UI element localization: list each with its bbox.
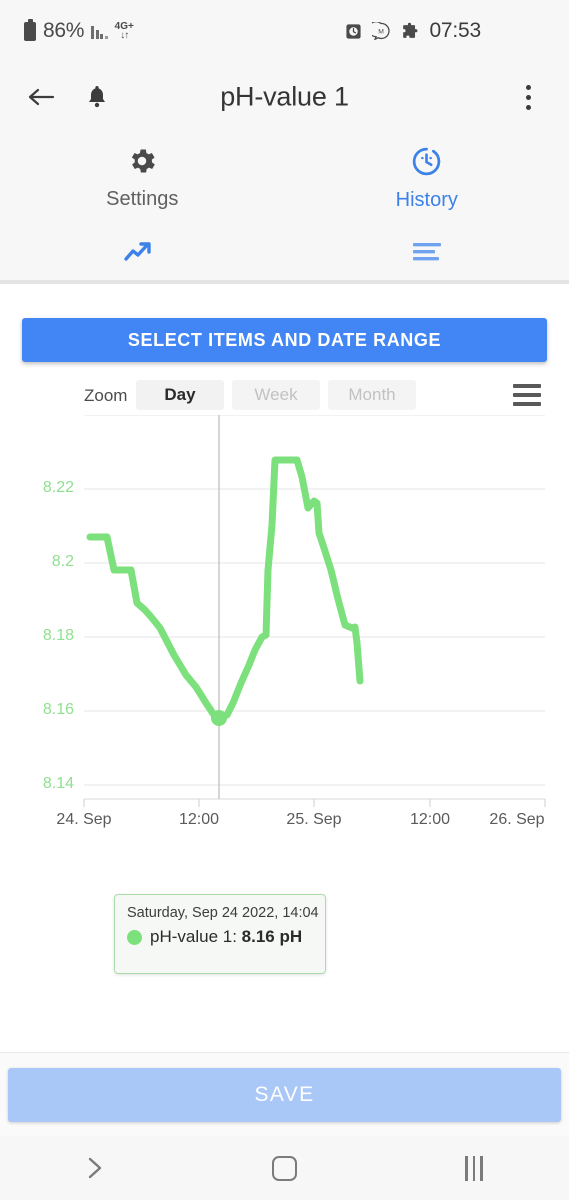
tab-history[interactable]: History — [285, 132, 569, 224]
status-bar-right: M 07:53 — [345, 19, 481, 43]
tooltip-text: pH-value 1: 8.16 pH — [150, 927, 302, 947]
chart-gridlines — [84, 488, 545, 786]
save-button[interactable]: SAVE — [8, 1068, 561, 1122]
app-bar: pH-value 1 — [0, 62, 569, 132]
chart: 8.22 8.2 8.18 8.16 8.14 24. Sep 12:00 25… — [0, 415, 569, 828]
status-bar: 86% 4G+ ↓↑ M 07:53 — [0, 0, 569, 62]
footer-bar: SAVE — [0, 1052, 569, 1136]
series-line-ph-value-1 — [86, 456, 364, 722]
tooltip-series-label: pH-value 1: — [150, 927, 242, 946]
tooltip-series-dot — [127, 929, 142, 945]
page-title: pH-value 1 — [220, 81, 349, 112]
chart-tooltip: Saturday, Sep 24 2022, 14:04 pH-value 1:… — [114, 894, 326, 974]
messaging-icon: M — [372, 22, 390, 40]
nav-recents-icon[interactable] — [379, 1155, 569, 1181]
android-navigation-bar — [0, 1136, 569, 1200]
tab-history-label: History — [395, 188, 458, 211]
signal-icon — [91, 24, 108, 39]
y-tick-label-1: 8.2 — [51, 553, 74, 570]
alarm-icon — [345, 23, 362, 40]
x-tick-label-2: 25. Sep — [286, 811, 342, 828]
trending-chart-icon — [124, 239, 160, 270]
status-bar-left: 86% 4G+ ↓↑ — [24, 18, 134, 43]
chart-x-ticks — [83, 799, 546, 807]
app-screen: 86% 4G+ ↓↑ M 07:53 pH-value 1 Settings H… — [0, 0, 569, 1200]
x-tick-label-4: 26. Sep — [489, 811, 545, 828]
tooltip-date: Saturday, Sep 24 2022, 14:04 — [127, 905, 319, 921]
nav-home-icon[interactable] — [190, 1155, 380, 1181]
tab-settings-label: Settings — [106, 188, 179, 210]
primary-tab-bar: Settings History — [0, 132, 569, 224]
hamburger-menu-icon[interactable] — [513, 384, 541, 406]
svg-text:M: M — [379, 28, 385, 35]
battery-percent-label: 86% — [43, 19, 85, 42]
data-arrows-icon: ↓↑ — [120, 29, 129, 41]
y-tick-label-2: 8.18 — [42, 627, 74, 644]
x-tick-label-1: 12:00 — [178, 811, 220, 828]
puzzle-icon — [400, 22, 419, 41]
tooltip-value-row: pH-value 1: 8.16 pH — [127, 927, 313, 947]
history-chart-panel: SELECT ITEMS AND DATE RANGE Zoom Day Wee… — [0, 284, 569, 1162]
tooltip-value: 8.16 pH — [241, 927, 303, 946]
select-items-and-date-range-button[interactable]: SELECT ITEMS AND DATE RANGE — [22, 318, 547, 362]
zoom-button-month[interactable]: Month — [328, 380, 416, 410]
overflow-menu-icon[interactable] — [513, 80, 543, 114]
nav-back-icon[interactable] — [0, 1154, 190, 1182]
chart-highlighted-point — [211, 710, 227, 726]
history-clock-icon — [410, 145, 443, 183]
gear-icon — [126, 145, 158, 182]
x-tick-label-0: 24. Sep — [56, 811, 112, 828]
secondary-tab-bar — [0, 224, 569, 284]
tab-settings[interactable]: Settings — [0, 132, 285, 224]
tab-list-view[interactable] — [285, 224, 569, 284]
list-lines-icon — [411, 240, 443, 269]
y-tick-label-0: 8.22 — [42, 479, 74, 496]
zoom-button-week[interactable]: Week — [232, 380, 320, 410]
chart-plot-area[interactable] — [0, 415, 569, 821]
battery-icon — [24, 18, 36, 41]
y-tick-label-4: 8.14 — [42, 775, 74, 792]
zoom-button-day[interactable]: Day — [136, 380, 224, 410]
zoom-controls: Zoom Day Week Month — [0, 376, 569, 416]
zoom-label: Zoom — [84, 386, 128, 405]
network-4g-icon: 4G+ ↓↑ — [115, 21, 134, 41]
y-tick-label-3: 8.16 — [42, 701, 74, 718]
tab-chart-view[interactable] — [0, 224, 285, 284]
clock-label: 07:53 — [429, 19, 481, 42]
